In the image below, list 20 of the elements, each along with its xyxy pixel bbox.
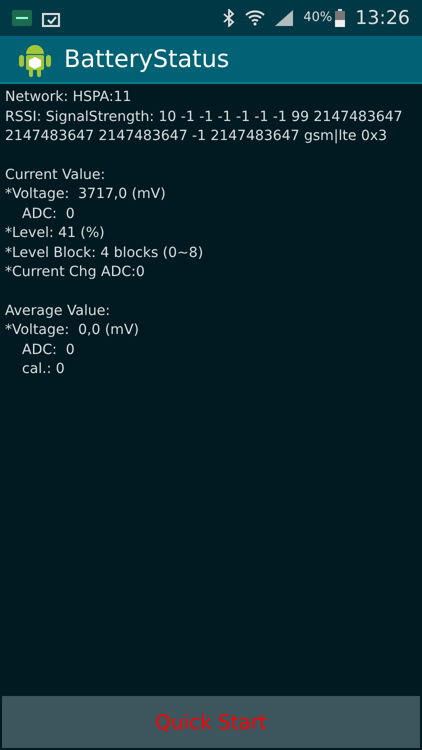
info-text: RSSI: SignalStrength: 10 -1 -1 -1 -1 -1 -1 99 2147483647 2147483647 2147483647 -1 2147483647 gsm|lte 0x3 bbox=[5, 108, 404, 146]
quick-start-button[interactable]: Quick Start bbox=[2, 696, 420, 748]
battery-percentage: 40% bbox=[303, 9, 332, 28]
clock: 13:26 bbox=[355, 6, 410, 31]
info-text: Network: HSPA:11 bbox=[5, 88, 132, 107]
info-text: ADC: 0 bbox=[21, 340, 76, 360]
app-title: BatteryStatus bbox=[64, 44, 230, 75]
info-text: *Level: 41 (%) bbox=[5, 224, 106, 243]
info-text: cal.: 0 bbox=[21, 360, 66, 379]
battery-icon bbox=[335, 9, 346, 27]
info-text: *Current Chg ADC:0 bbox=[5, 263, 146, 282]
info-text: Current Value: bbox=[5, 166, 106, 184]
wifi-icon bbox=[245, 9, 266, 27]
info-text: *Voltage: 3717,0 (mV) bbox=[5, 185, 167, 204]
signal-icon bbox=[275, 10, 294, 26]
info-text: Average Value: bbox=[5, 302, 112, 320]
info-text: *Voltage: 0,0 (mV) bbox=[5, 321, 140, 340]
info-text: ADC: 0 bbox=[21, 204, 76, 224]
info-text: *Level Block: 4 blocks (0~8) bbox=[5, 244, 204, 262]
bluetooth-icon bbox=[223, 9, 236, 27]
